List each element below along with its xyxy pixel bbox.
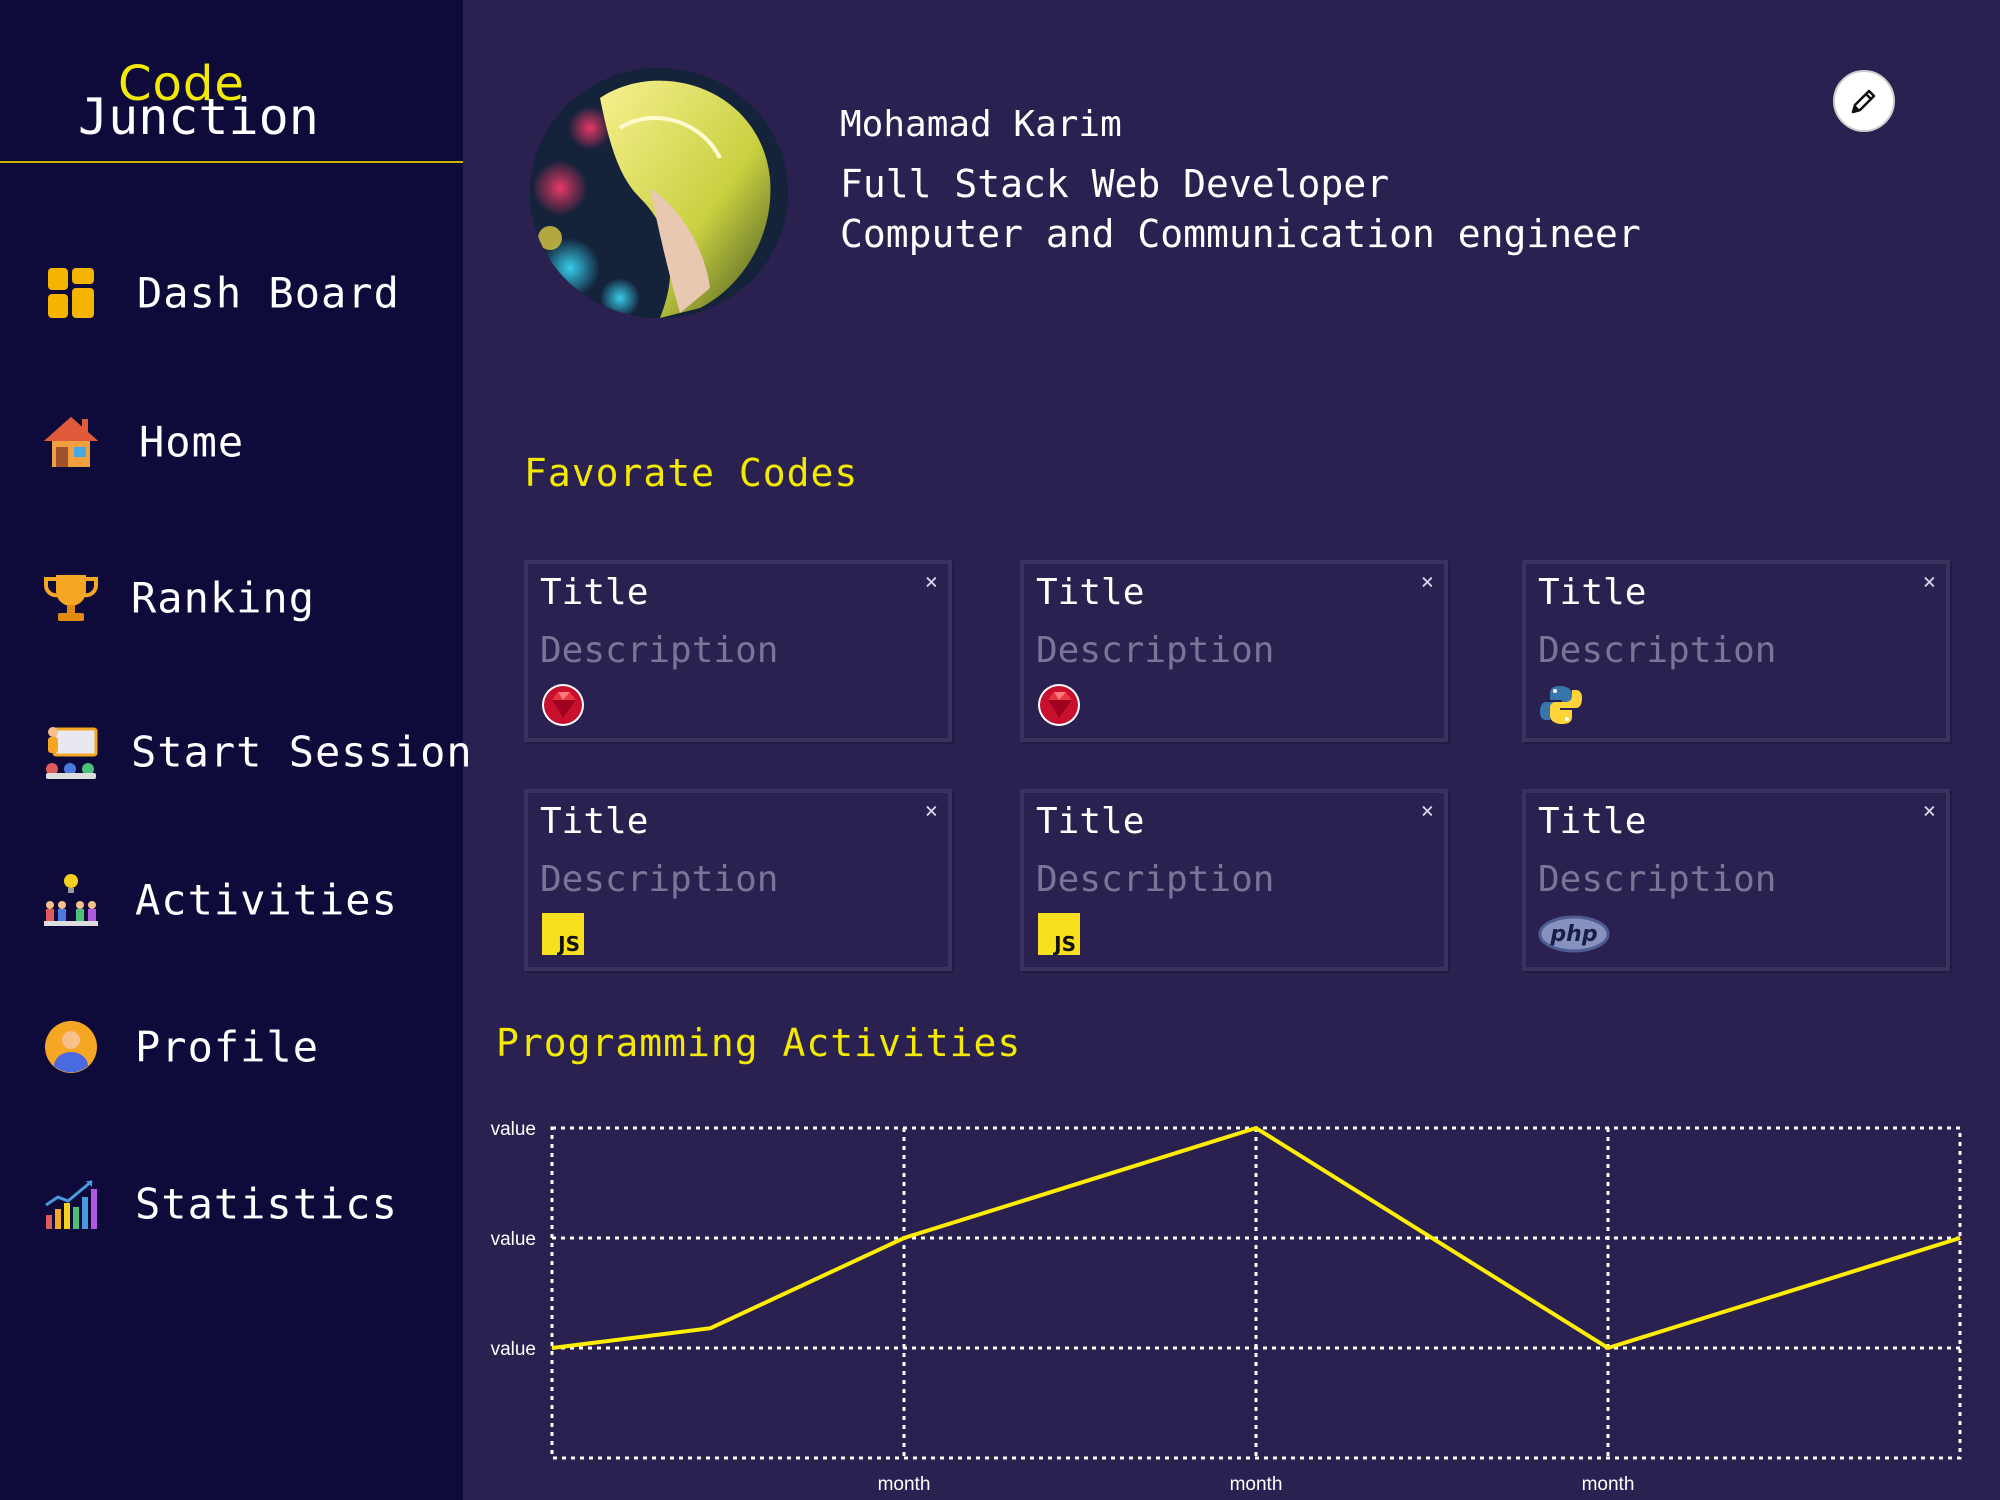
dashboard-icon bbox=[48, 268, 94, 318]
code-card[interactable]: Title Description × bbox=[524, 560, 952, 742]
sidebar-item-home[interactable]: Home bbox=[0, 402, 463, 482]
profile-name: Mohamad Karim bbox=[840, 104, 1122, 145]
sidebar-item-activities[interactable]: Activities bbox=[0, 860, 463, 940]
card-description: Description bbox=[1036, 630, 1275, 671]
y-tick-label: value bbox=[491, 1119, 536, 1140]
card-description: Description bbox=[1538, 630, 1777, 671]
close-icon[interactable]: × bbox=[925, 801, 938, 823]
y-tick-label: value bbox=[491, 1339, 536, 1360]
sidebar-item-statistics[interactable]: Statistics bbox=[0, 1164, 463, 1244]
profile-role: Full Stack Web Developer bbox=[840, 162, 1390, 206]
sidebar-item-label: Statistics bbox=[135, 1179, 398, 1229]
javascript-icon: JS bbox=[1038, 913, 1080, 956]
avatar-image bbox=[530, 68, 788, 318]
programming-activities-heading: Programming Activities bbox=[496, 1021, 1022, 1065]
card-title: Title bbox=[1036, 572, 1145, 613]
sidebar-item-start-session[interactable]: Start Session bbox=[0, 712, 472, 792]
js-label: JS bbox=[556, 932, 580, 956]
profile-degree: Computer and Communication engineer bbox=[840, 212, 1641, 256]
x-tick-label: month bbox=[1230, 1474, 1283, 1495]
x-tick-label: month bbox=[878, 1474, 931, 1495]
logo-junction-text: Junction bbox=[78, 88, 319, 146]
sidebar-item-label: Activities bbox=[135, 875, 398, 925]
close-icon[interactable]: × bbox=[1923, 801, 1936, 823]
sidebar-item-dashboard[interactable]: Dash Board bbox=[0, 253, 463, 333]
card-title: Title bbox=[540, 572, 649, 613]
card-description: Description bbox=[540, 630, 779, 671]
ruby-icon bbox=[1038, 684, 1080, 726]
edit-profile-button[interactable] bbox=[1833, 70, 1895, 132]
card-description: Description bbox=[540, 859, 779, 900]
trophy-icon bbox=[44, 575, 98, 621]
series-point bbox=[709, 1327, 711, 1329]
x-tick-label: month bbox=[1582, 1474, 1635, 1495]
sidebar-item-label: Home bbox=[139, 417, 245, 467]
python-icon bbox=[1540, 686, 1582, 724]
code-card[interactable]: Title Description × JS bbox=[1020, 789, 1448, 971]
series-point bbox=[903, 1237, 905, 1239]
close-icon[interactable]: × bbox=[1421, 572, 1434, 594]
app-logo[interactable]: Code Junction bbox=[0, 0, 463, 163]
php-icon: php bbox=[1538, 915, 1610, 953]
series-point bbox=[1607, 1347, 1609, 1349]
card-description: Description bbox=[1036, 859, 1275, 900]
pencil-icon bbox=[1851, 89, 1876, 114]
card-title: Title bbox=[540, 801, 649, 842]
favorite-codes-heading: Favorate Codes bbox=[524, 451, 859, 495]
presentation-icon bbox=[46, 727, 98, 779]
activity-line-chart: value value value month month month bbox=[491, 1119, 1962, 1495]
card-title: Title bbox=[1036, 801, 1145, 842]
team-idea-icon bbox=[44, 874, 98, 926]
sidebar-item-ranking[interactable]: Ranking bbox=[0, 558, 463, 638]
card-title: Title bbox=[1538, 801, 1647, 842]
series-point bbox=[1959, 1237, 1961, 1239]
code-card[interactable]: Title Description × JS bbox=[524, 789, 952, 971]
sidebar-item-label: Dash Board bbox=[137, 268, 400, 318]
ruby-icon bbox=[542, 684, 584, 726]
user-avatar-icon bbox=[45, 1021, 97, 1073]
sidebar-item-label: Profile bbox=[135, 1022, 320, 1072]
series-point bbox=[1255, 1127, 1257, 1129]
sidebar: Code Junction Dash Board Home Ranking St… bbox=[0, 0, 472, 1500]
close-icon[interactable]: × bbox=[1923, 572, 1936, 594]
code-card[interactable]: Title Description × php bbox=[1522, 789, 1950, 971]
close-icon[interactable]: × bbox=[1421, 801, 1434, 823]
sidebar-item-label: Ranking bbox=[131, 573, 316, 623]
php-label: php bbox=[1549, 922, 1597, 947]
bar-chart-icon bbox=[45, 1179, 97, 1229]
javascript-icon: JS bbox=[542, 913, 584, 956]
app-root: Code Junction Dash Board Home Ranking St… bbox=[0, 0, 2000, 1500]
code-card[interactable]: Title Description × bbox=[1020, 560, 1448, 742]
y-tick-label: value bbox=[491, 1229, 536, 1250]
card-description: Description bbox=[1538, 859, 1777, 900]
js-label: JS bbox=[1052, 932, 1076, 956]
close-icon[interactable]: × bbox=[925, 572, 938, 594]
sidebar-item-profile[interactable]: Profile bbox=[0, 1007, 463, 1087]
code-card[interactable]: Title Description × bbox=[1522, 560, 1950, 742]
house-icon bbox=[44, 417, 98, 467]
series-point bbox=[551, 1347, 553, 1349]
card-title: Title bbox=[1538, 572, 1647, 613]
avatar bbox=[530, 68, 788, 318]
sidebar-item-label: Start Session bbox=[131, 727, 473, 777]
